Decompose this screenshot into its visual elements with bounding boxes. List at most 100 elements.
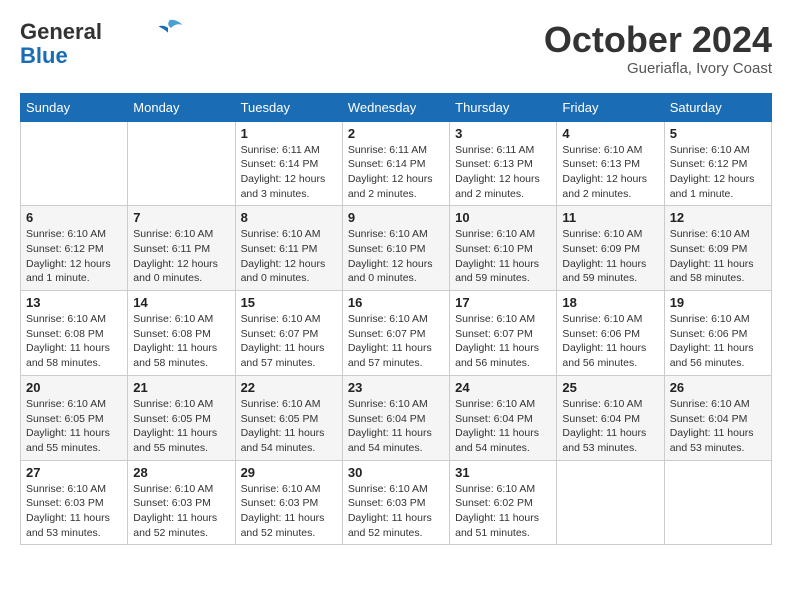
calendar-cell: 24Sunrise: 6:10 AM Sunset: 6:04 PM Dayli… xyxy=(450,375,557,460)
day-number: 29 xyxy=(241,465,337,480)
weekday-header-thursday: Thursday xyxy=(450,93,557,121)
calendar-cell: 9 Sunrise: 6:10 AM Sunset: 6:10 PM Daylig… xyxy=(342,206,449,291)
month-title: October 2024 xyxy=(544,20,772,60)
day-number: 28 xyxy=(133,465,229,480)
weekday-header-friday: Friday xyxy=(557,93,664,121)
day-number: 14 xyxy=(133,295,229,310)
day-info: Sunrise: 6:10 AM Sunset: 6:07 PM Dayligh… xyxy=(455,312,551,371)
calendar-week-row: 13 Sunrise: 6:10 AM Sunset: 6:08 PM Dayli… xyxy=(21,291,772,376)
calendar-cell xyxy=(664,460,771,545)
calendar-cell: 19 Sunrise: 6:10 AM Sunset: 6:06 PM Dayli… xyxy=(664,291,771,376)
logo-icon xyxy=(154,18,182,38)
day-number: 30 xyxy=(348,465,444,480)
day-number: 9 xyxy=(348,210,444,225)
day-info: Sunrise: 6:10 AM Sunset: 6:08 PM Dayligh… xyxy=(133,312,229,371)
day-number: 7 xyxy=(133,210,229,225)
day-info: Sunrise: 6:10 AM Sunset: 6:11 PM Dayligh… xyxy=(241,227,337,286)
day-info: Sunrise: 6:10 AM Sunset: 6:02 PM Dayligh… xyxy=(455,482,551,541)
day-number: 3 xyxy=(455,126,551,141)
weekday-header-wednesday: Wednesday xyxy=(342,93,449,121)
day-info: Sunrise: 6:10 AM Sunset: 6:10 PM Dayligh… xyxy=(455,227,551,286)
calendar-cell: 6Sunrise: 6:10 AM Sunset: 6:12 PM Daylig… xyxy=(21,206,128,291)
logo-general: General xyxy=(20,19,102,44)
calendar-cell: 16 Sunrise: 6:10 AM Sunset: 6:07 PM Dayli… xyxy=(342,291,449,376)
calendar-cell xyxy=(21,121,128,206)
calendar-cell: 3 Sunrise: 6:11 AM Sunset: 6:13 PM Daylig… xyxy=(450,121,557,206)
day-number: 21 xyxy=(133,380,229,395)
calendar-cell xyxy=(557,460,664,545)
day-info: Sunrise: 6:10 AM Sunset: 6:10 PM Dayligh… xyxy=(348,227,444,286)
calendar-week-row: 1 Sunrise: 6:11 AM Sunset: 6:14 PM Daylig… xyxy=(21,121,772,206)
day-info: Sunrise: 6:10 AM Sunset: 6:04 PM Dayligh… xyxy=(670,397,766,456)
calendar-cell: 1Sunrise: 6:11 AM Sunset: 6:14 PM Daylig… xyxy=(235,121,342,206)
calendar-week-row: 6Sunrise: 6:10 AM Sunset: 6:12 PM Daylig… xyxy=(21,206,772,291)
calendar-cell: 29 Sunrise: 6:10 AM Sunset: 6:03 PM Dayli… xyxy=(235,460,342,545)
calendar-cell: 10 Sunrise: 6:10 AM Sunset: 6:10 PM Dayli… xyxy=(450,206,557,291)
day-info: Sunrise: 6:11 AM Sunset: 6:14 PM Dayligh… xyxy=(348,143,444,202)
day-number: 19 xyxy=(670,295,766,310)
weekday-header-tuesday: Tuesday xyxy=(235,93,342,121)
day-info: Sunrise: 6:10 AM Sunset: 6:06 PM Dayligh… xyxy=(670,312,766,371)
day-number: 26 xyxy=(670,380,766,395)
calendar-cell: 11Sunrise: 6:10 AM Sunset: 6:09 PM Dayli… xyxy=(557,206,664,291)
day-number: 5 xyxy=(670,126,766,141)
day-number: 27 xyxy=(26,465,122,480)
calendar-cell: 4 Sunrise: 6:10 AM Sunset: 6:13 PM Daylig… xyxy=(557,121,664,206)
day-info: Sunrise: 6:10 AM Sunset: 6:11 PM Dayligh… xyxy=(133,227,229,286)
day-info: Sunrise: 6:10 AM Sunset: 6:07 PM Dayligh… xyxy=(241,312,337,371)
day-info: Sunrise: 6:10 AM Sunset: 6:04 PM Dayligh… xyxy=(348,397,444,456)
day-number: 2 xyxy=(348,126,444,141)
weekday-header-row: SundayMondayTuesdayWednesdayThursdayFrid… xyxy=(21,93,772,121)
calendar-cell: 26 Sunrise: 6:10 AM Sunset: 6:04 PM Dayli… xyxy=(664,375,771,460)
calendar-cell: 22Sunrise: 6:10 AM Sunset: 6:05 PM Dayli… xyxy=(235,375,342,460)
calendar-cell: 31 Sunrise: 6:10 AM Sunset: 6:02 PM Dayli… xyxy=(450,460,557,545)
calendar-week-row: 20 Sunrise: 6:10 AM Sunset: 6:05 PM Dayli… xyxy=(21,375,772,460)
calendar-cell: 18Sunrise: 6:10 AM Sunset: 6:06 PM Dayli… xyxy=(557,291,664,376)
day-number: 1 xyxy=(241,126,337,141)
weekday-header-monday: Monday xyxy=(128,93,235,121)
calendar-cell: 14 Sunrise: 6:10 AM Sunset: 6:08 PM Dayli… xyxy=(128,291,235,376)
day-info: Sunrise: 6:10 AM Sunset: 6:03 PM Dayligh… xyxy=(133,482,229,541)
day-number: 16 xyxy=(348,295,444,310)
title-section: October 2024 Gueriafla, Ivory Coast xyxy=(544,20,772,77)
day-number: 31 xyxy=(455,465,551,480)
weekday-header-sunday: Sunday xyxy=(21,93,128,121)
day-number: 11 xyxy=(562,210,658,225)
day-info: Sunrise: 6:10 AM Sunset: 6:12 PM Dayligh… xyxy=(670,143,766,202)
calendar-cell: 30 Sunrise: 6:10 AM Sunset: 6:03 PM Dayli… xyxy=(342,460,449,545)
day-number: 20 xyxy=(26,380,122,395)
day-info: Sunrise: 6:10 AM Sunset: 6:04 PM Dayligh… xyxy=(562,397,658,456)
day-info: Sunrise: 6:10 AM Sunset: 6:05 PM Dayligh… xyxy=(133,397,229,456)
weekday-header-saturday: Saturday xyxy=(664,93,771,121)
calendar-cell: 25 Sunrise: 6:10 AM Sunset: 6:04 PM Dayli… xyxy=(557,375,664,460)
logo-blue: Blue xyxy=(20,44,68,68)
logo-text: General xyxy=(20,20,102,44)
day-info: Sunrise: 6:10 AM Sunset: 6:03 PM Dayligh… xyxy=(241,482,337,541)
day-info: Sunrise: 6:10 AM Sunset: 6:09 PM Dayligh… xyxy=(670,227,766,286)
day-number: 4 xyxy=(562,126,658,141)
day-number: 22 xyxy=(241,380,337,395)
day-number: 6 xyxy=(26,210,122,225)
day-info: Sunrise: 6:10 AM Sunset: 6:03 PM Dayligh… xyxy=(26,482,122,541)
day-number: 18 xyxy=(562,295,658,310)
day-info: Sunrise: 6:10 AM Sunset: 6:13 PM Dayligh… xyxy=(562,143,658,202)
calendar-cell: 20Sunrise: 6:10 AM Sunset: 6:05 PM Dayli… xyxy=(21,375,128,460)
day-number: 8 xyxy=(241,210,337,225)
day-number: 13 xyxy=(26,295,122,310)
day-number: 12 xyxy=(670,210,766,225)
day-info: Sunrise: 6:10 AM Sunset: 6:07 PM Dayligh… xyxy=(348,312,444,371)
day-info: Sunrise: 6:10 AM Sunset: 6:03 PM Dayligh… xyxy=(348,482,444,541)
calendar-week-row: 27 Sunrise: 6:10 AM Sunset: 6:03 PM Dayli… xyxy=(21,460,772,545)
page-header: General Blue October 2024 Gueriafla, Ivo… xyxy=(20,20,772,77)
calendar-cell: 2 Sunrise: 6:11 AM Sunset: 6:14 PM Daylig… xyxy=(342,121,449,206)
day-info: Sunrise: 6:11 AM Sunset: 6:13 PM Dayligh… xyxy=(455,143,551,202)
location-text: Gueriafla, Ivory Coast xyxy=(544,60,772,77)
calendar-cell: 12 Sunrise: 6:10 AM Sunset: 6:09 PM Dayli… xyxy=(664,206,771,291)
day-number: 25 xyxy=(562,380,658,395)
day-number: 10 xyxy=(455,210,551,225)
calendar-cell: 7 Sunrise: 6:10 AM Sunset: 6:11 PM Daylig… xyxy=(128,206,235,291)
calendar-cell: 17Sunrise: 6:10 AM Sunset: 6:07 PM Dayli… xyxy=(450,291,557,376)
calendar-cell: 28 Sunrise: 6:10 AM Sunset: 6:03 PM Dayli… xyxy=(128,460,235,545)
calendar-table: SundayMondayTuesdayWednesdayThursdayFrid… xyxy=(20,93,772,546)
day-number: 15 xyxy=(241,295,337,310)
